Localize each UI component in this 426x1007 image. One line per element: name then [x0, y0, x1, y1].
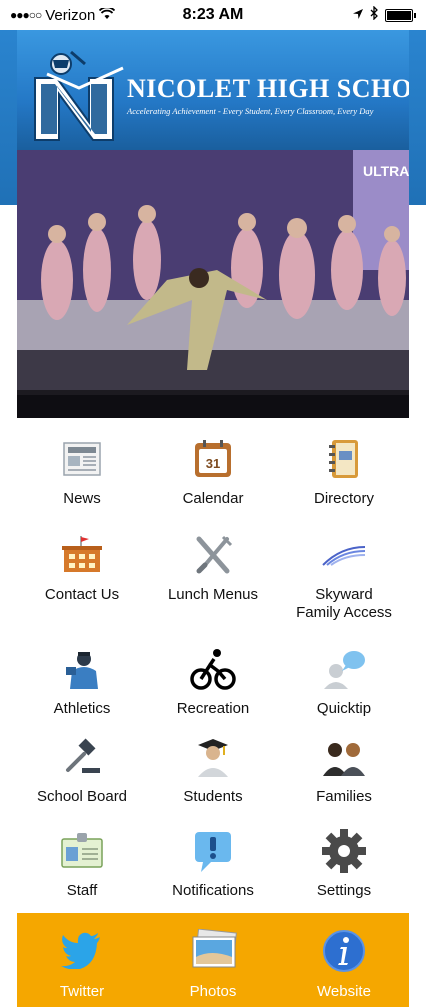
- menu-item-label: Settings: [316, 882, 372, 899]
- knight-logo-icon: [27, 48, 127, 146]
- twitter-bird-icon: [60, 929, 104, 973]
- carrier-name: Verizon: [45, 6, 96, 24]
- menu-item-label: School Board: [36, 788, 128, 805]
- menu-item-staff[interactable]: Staff: [17, 826, 147, 900]
- bluetooth-icon: [370, 5, 379, 24]
- building-icon: [57, 530, 107, 580]
- chat-person-icon: [319, 644, 369, 694]
- app-container: NICOLET HIGH SCHOOL Accelerating Achieve…: [17, 30, 409, 1007]
- newspaper-icon: [57, 434, 107, 484]
- menu-item-contact-us[interactable]: Contact Us: [17, 530, 147, 604]
- footer-label: Website: [317, 983, 371, 1000]
- location-arrow-icon: [352, 7, 364, 24]
- menu-item-quicktip[interactable]: Quicktip: [279, 644, 409, 718]
- bicycle-icon: [188, 644, 238, 694]
- menu-item-label: News: [63, 490, 101, 507]
- info-icon: [322, 929, 366, 973]
- menu-item-skyward[interactable]: Skyward Family Access: [279, 530, 409, 622]
- menu-item-directory[interactable]: Directory: [279, 434, 409, 508]
- footer-website-button[interactable]: Website: [279, 913, 409, 1007]
- menu-item-label: Lunch Menus: [167, 586, 259, 603]
- menu-item-label: Families: [316, 788, 372, 805]
- photos-icon: [191, 928, 237, 973]
- people-icon: [319, 732, 369, 782]
- id-card-icon: [57, 826, 107, 876]
- menu-item-families[interactable]: Families: [279, 732, 409, 806]
- calendar-day: 31: [206, 456, 220, 471]
- status-bar: ●●●○○ Verizon 8:23 AM: [0, 0, 426, 30]
- school-header-banner: NICOLET HIGH SCHOOL Accelerating Achieve…: [17, 30, 409, 150]
- status-time: 8:23 AM: [182, 6, 244, 23]
- school-tagline: Accelerating Achievement - Every Student…: [127, 106, 374, 116]
- footer-twitter-button[interactable]: Twitter: [17, 913, 147, 1007]
- alert-bubble-icon: [188, 826, 238, 876]
- menu-item-athletics[interactable]: Athletics: [17, 644, 147, 718]
- menu-item-label: Athletics: [53, 700, 111, 717]
- menu-item-recreation[interactable]: Recreation: [148, 644, 278, 718]
- gear-icon: [319, 826, 369, 876]
- footer-photos-button[interactable]: Photos: [148, 913, 278, 1007]
- menu-item-label: Notifications: [172, 882, 254, 899]
- gavel-icon: [57, 732, 107, 782]
- menu-item-lunch-menus[interactable]: Lunch Menus: [148, 530, 278, 604]
- menu-item-settings[interactable]: Settings: [279, 826, 409, 900]
- battery-icon: [385, 8, 413, 22]
- skyward-logo-icon: [319, 530, 369, 580]
- coach-icon: [57, 644, 107, 694]
- fork-knife-icon: [188, 530, 238, 580]
- sign-text: ULTRA CLUTCH: [363, 163, 409, 179]
- menu-item-label: Skyward Family Access: [296, 586, 392, 621]
- menu-item-label: Recreation: [176, 700, 250, 717]
- wifi-icon: [99, 6, 116, 24]
- battery-cap: [414, 12, 416, 18]
- menu-item-label: Directory: [313, 490, 374, 507]
- menu-item-calendar[interactable]: 31 Calendar: [148, 434, 278, 508]
- menu-item-label: Calendar: [182, 490, 244, 507]
- signal-strength-icon: ●●●○○: [10, 8, 42, 22]
- footer-bar: Twitter Photos Website: [17, 913, 409, 1007]
- menu-item-label: Contact Us: [44, 586, 120, 603]
- menu-item-students[interactable]: Students: [148, 732, 278, 806]
- menu-item-label: Students: [183, 788, 243, 805]
- school-name: NICOLET HIGH SCHOOL: [127, 74, 409, 103]
- menu-item-news[interactable]: News: [17, 434, 147, 508]
- footer-label: Twitter: [59, 983, 105, 1000]
- graduate-icon: [188, 732, 238, 782]
- menu-item-school-board[interactable]: School Board: [17, 732, 147, 806]
- menu-item-notifications[interactable]: Notifications: [148, 826, 278, 900]
- menu-item-label: Staff: [66, 882, 98, 899]
- menu-item-label: Quicktip: [316, 700, 372, 717]
- footer-label: Photos: [189, 983, 237, 1000]
- address-book-icon: [319, 434, 369, 484]
- hero-photo: ULTRA CLUTCH: [17, 150, 409, 418]
- calendar-icon: 31: [188, 434, 238, 484]
